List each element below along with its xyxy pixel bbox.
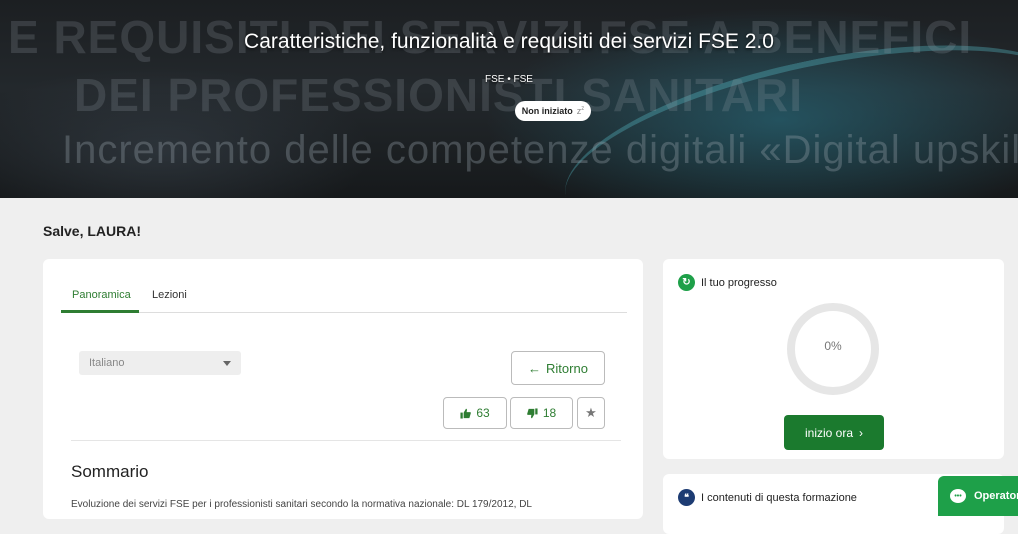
progress-ring: 0% [787,303,879,395]
back-button[interactable]: ← Ritorno [511,351,605,385]
star-icon: ★ [585,405,597,420]
contents-card-header: ❝ I contenuti di questa formazione [678,489,857,506]
course-tabs: Panoramica Lezioni [61,279,627,313]
course-main-card: Panoramica Lezioni Italiano ← Ritorno 63… [43,259,643,519]
chevron-down-icon [223,361,231,366]
zz-sleep-icon: zz [576,106,585,116]
active-tab-indicator [61,310,139,313]
course-title: Caratteristiche, funzionalità e requisit… [244,30,774,53]
chat-bubble-icon: ••• [950,489,966,503]
arrow-left-icon: ← [528,360,542,376]
back-button-label: Ritorno [546,360,588,376]
language-select-value: Italiano [89,357,125,369]
thumbs-up-icon [460,408,472,419]
chevron-right-icon: › [859,425,864,440]
quote-icon: ❝ [678,489,695,506]
summary-text: Evoluzione dei servizi FSE per i profess… [71,499,532,510]
contents-title: I contenuti di questa formazione [701,491,857,504]
course-hero-banner: E REQUISITI DEI SERVIZI FSE A BENEFICI D… [0,0,1018,198]
start-now-button[interactable]: inizio ora › [784,415,884,450]
like-count: 63 [476,406,490,420]
progress-value: 0% [824,339,842,353]
progress-title: Il tuo progresso [701,276,777,289]
course-category: FSE • FSE [485,74,533,85]
start-now-label: inizio ora [804,425,854,440]
progress-card-header: ↻ Il tuo progresso [678,274,777,291]
hero-background-text-3: Incremento delle competenze digitali «Di… [62,128,1018,172]
summary-heading: Sommario [71,462,149,481]
dislike-count: 18 [542,406,557,420]
favorite-button[interactable]: ★ [577,397,605,429]
progress-icon: ↻ [678,274,695,291]
like-button[interactable]: 63 [443,397,507,429]
operator-label: Operator [974,490,1018,502]
greeting-text: Salve, LAURA! [43,223,142,239]
progress-card: ↻ Il tuo progresso 0% inizio ora › [663,259,1004,459]
operator-chat-button[interactable]: ••• Operator [938,476,1018,516]
tab-lezioni[interactable]: Lezioni [152,289,187,301]
status-label: Non iniziato [521,106,573,116]
dislike-button[interactable]: 18 [510,397,573,429]
section-divider [71,440,621,441]
thumbs-down-icon [526,407,538,418]
status-badge: Non iniziato zz [515,101,591,121]
language-select[interactable]: Italiano [79,351,241,375]
tab-panoramica[interactable]: Panoramica [72,289,131,301]
